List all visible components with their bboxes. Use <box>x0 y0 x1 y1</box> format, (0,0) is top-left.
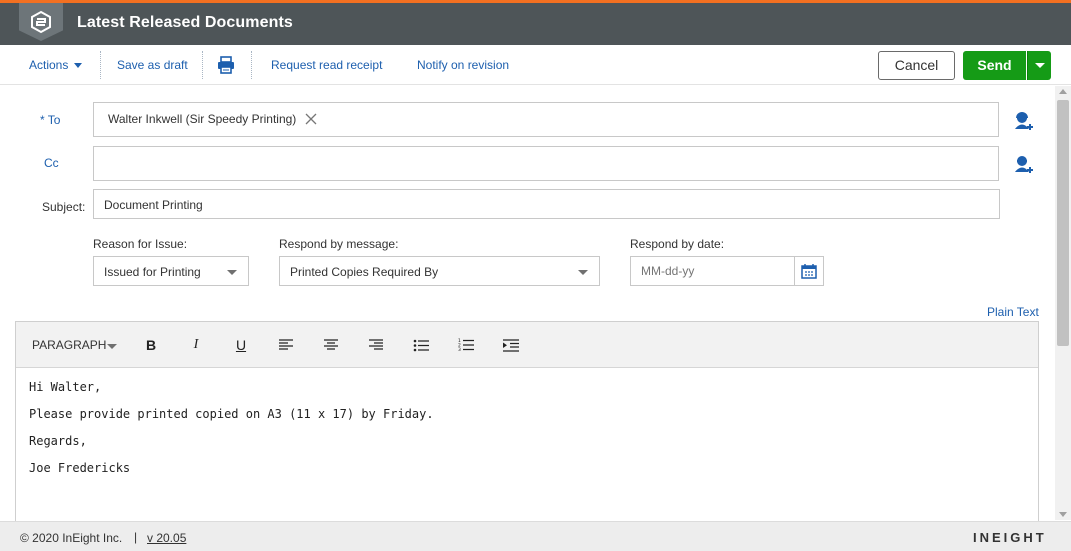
scroll-up-arrow-icon[interactable] <box>1059 89 1067 94</box>
editor-body[interactable]: Hi Walter, Please provide printed copied… <box>29 380 434 488</box>
cancel-button[interactable]: Cancel <box>878 51 955 80</box>
respond-message-value: Printed Copies Required By <box>290 265 439 279</box>
svg-text:3: 3 <box>458 347 461 352</box>
respond-message-label: Respond by message: <box>279 237 399 251</box>
add-cc-contact-icon[interactable] <box>1013 153 1035 175</box>
version-link[interactable]: v 20.05 <box>147 531 186 545</box>
toolbar-divider <box>202 51 203 79</box>
brand-logo: INEIGHT <box>973 530 1047 545</box>
respond-message-select[interactable]: Printed Copies Required By <box>279 256 600 286</box>
remove-recipient-icon[interactable] <box>304 112 318 126</box>
message-line: Please provide printed copied on A3 (11 … <box>29 407 434 421</box>
bold-icon[interactable]: B <box>141 336 161 354</box>
notify-on-revision-button[interactable]: Notify on revision <box>417 58 509 72</box>
editor-toolbar: PARAGRAPH B I U 123 <box>16 322 1038 368</box>
printer-icon[interactable] <box>216 55 236 78</box>
align-center-icon[interactable] <box>321 336 341 354</box>
scroll-down-arrow-icon[interactable] <box>1059 512 1067 517</box>
reason-value: Issued for Printing <box>104 265 201 279</box>
actions-label: Actions <box>29 58 69 72</box>
copyright-text: © 2020 InEight Inc. <box>20 531 123 545</box>
save-draft-button[interactable]: Save as draft <box>117 58 188 72</box>
message-line: Hi Walter, <box>29 380 102 394</box>
subject-field[interactable]: Document Printing <box>93 189 1000 219</box>
numbered-list-icon[interactable]: 123 <box>456 336 476 354</box>
message-line: Joe Fredericks <box>29 461 131 475</box>
respond-date-input[interactable] <box>630 256 794 286</box>
chevron-down-icon <box>74 63 83 69</box>
chevron-down-icon <box>227 270 237 275</box>
cc-label: Cc <box>44 156 59 170</box>
toolbar-divider <box>100 51 101 79</box>
calendar-icon[interactable] <box>794 256 824 286</box>
italic-icon[interactable]: I <box>186 336 206 354</box>
request-read-receipt-button[interactable]: Request read receipt <box>271 58 382 72</box>
chevron-down-icon <box>107 344 117 349</box>
reason-select[interactable]: Issued for Printing <box>93 256 249 286</box>
underline-icon[interactable]: U <box>231 336 251 354</box>
subject-label: Subject: <box>42 200 86 214</box>
footer-separator: | <box>134 530 138 544</box>
ineight-logo-icon <box>19 3 63 41</box>
to-label: * To <box>40 113 61 127</box>
indent-icon[interactable] <box>501 336 521 354</box>
page-title: Latest Released Documents <box>77 14 293 31</box>
vertical-scrollbar[interactable] <box>1055 86 1071 520</box>
toolbar-divider <box>251 51 252 79</box>
actions-menu[interactable]: Actions <box>29 58 83 72</box>
message-editor: PARAGRAPH B I U 123 Hi Walter, Please pr… <box>15 321 1039 521</box>
align-left-icon[interactable] <box>276 336 296 354</box>
to-field[interactable]: Walter Inkwell (Sir Speedy Printing) <box>93 102 999 137</box>
cc-field[interactable] <box>93 146 999 181</box>
scrollbar-thumb[interactable] <box>1057 100 1069 346</box>
reason-label: Reason for Issue: <box>93 237 188 251</box>
app-header: Latest Released Documents <box>0 3 1071 45</box>
plain-text-link[interactable]: Plain Text <box>987 305 1039 319</box>
recipient-chip: Walter Inkwell (Sir Speedy Printing) <box>108 112 297 126</box>
footer: © 2020 InEight Inc. | v 20.05 INEIGHT <box>0 521 1071 551</box>
subject-value: Document Printing <box>104 198 203 212</box>
align-right-icon[interactable] <box>366 336 386 354</box>
add-to-contact-icon[interactable] <box>1013 110 1035 132</box>
send-button[interactable]: Send <box>963 51 1026 80</box>
message-line: Regards, <box>29 434 87 448</box>
send-options-dropdown[interactable] <box>1027 51 1051 80</box>
respond-date-label: Respond by date: <box>630 237 725 251</box>
toolbar: Actions Save as draft Request read recei… <box>0 45 1071 85</box>
chevron-down-icon <box>578 270 588 275</box>
bulleted-list-icon[interactable] <box>411 336 431 354</box>
